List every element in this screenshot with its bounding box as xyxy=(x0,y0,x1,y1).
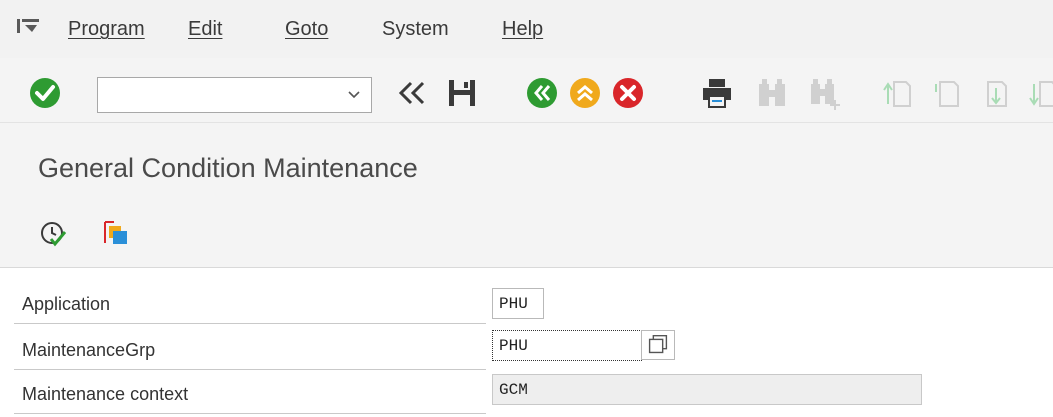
chevron-down-icon[interactable] xyxy=(347,88,361,100)
title-bar: General Condition Maintenance xyxy=(0,123,1053,197)
menu-edit[interactable]: Edit xyxy=(188,18,222,41)
menu-bar: Program Edit Goto System Help xyxy=(0,0,1053,59)
value-help-icon xyxy=(648,334,668,354)
application-label: Application xyxy=(22,294,111,314)
maintenance-context-label: Maintenance context xyxy=(22,384,189,404)
cancel-red-icon[interactable] xyxy=(611,76,645,110)
selection-form: Application PHU MaintenanceGrp PHU Maint… xyxy=(0,268,1053,417)
menu-goto[interactable]: Goto xyxy=(285,18,328,41)
find-binoculars-icon xyxy=(755,76,789,110)
find-next-binoculars-icon xyxy=(808,76,842,110)
exit-yellow-icon[interactable] xyxy=(568,76,602,110)
menu-icon[interactable] xyxy=(17,19,39,33)
enter-checkmark-icon[interactable] xyxy=(28,76,62,110)
divider xyxy=(14,369,486,370)
next-page-icon xyxy=(978,76,1012,110)
first-page-icon xyxy=(880,76,914,110)
save-icon[interactable] xyxy=(445,76,479,110)
maintenance-context-row: Maintenance context xyxy=(14,374,484,412)
menu-system[interactable]: System xyxy=(382,18,449,41)
divider xyxy=(14,323,486,324)
application-field[interactable]: PHU xyxy=(492,288,544,319)
maintenance-group-row: MaintenanceGrp xyxy=(14,330,484,368)
last-page-icon xyxy=(1026,76,1053,110)
back-green-icon[interactable] xyxy=(525,76,559,110)
command-input[interactable] xyxy=(98,78,354,110)
command-field[interactable] xyxy=(97,77,372,113)
back-double-chevron-icon[interactable] xyxy=(395,76,429,110)
maintenance-group-field[interactable]: PHU xyxy=(492,330,642,361)
application-row: Application xyxy=(14,284,484,322)
divider xyxy=(14,413,486,414)
standard-toolbar xyxy=(0,58,1053,123)
other-view-icon[interactable] xyxy=(102,219,132,249)
application-toolbar xyxy=(0,197,1053,268)
page-title: General Condition Maintenance xyxy=(38,153,418,183)
maintenance-group-label: MaintenanceGrp xyxy=(22,340,156,360)
maintenance-context-field: GCM xyxy=(492,374,922,405)
menu-help[interactable]: Help xyxy=(502,18,543,41)
previous-page-icon xyxy=(930,76,964,110)
execute-clock-check-icon[interactable] xyxy=(38,219,68,249)
value-help-button[interactable] xyxy=(641,330,675,360)
menu-program[interactable]: Program xyxy=(68,18,145,41)
print-icon[interactable] xyxy=(700,76,734,110)
